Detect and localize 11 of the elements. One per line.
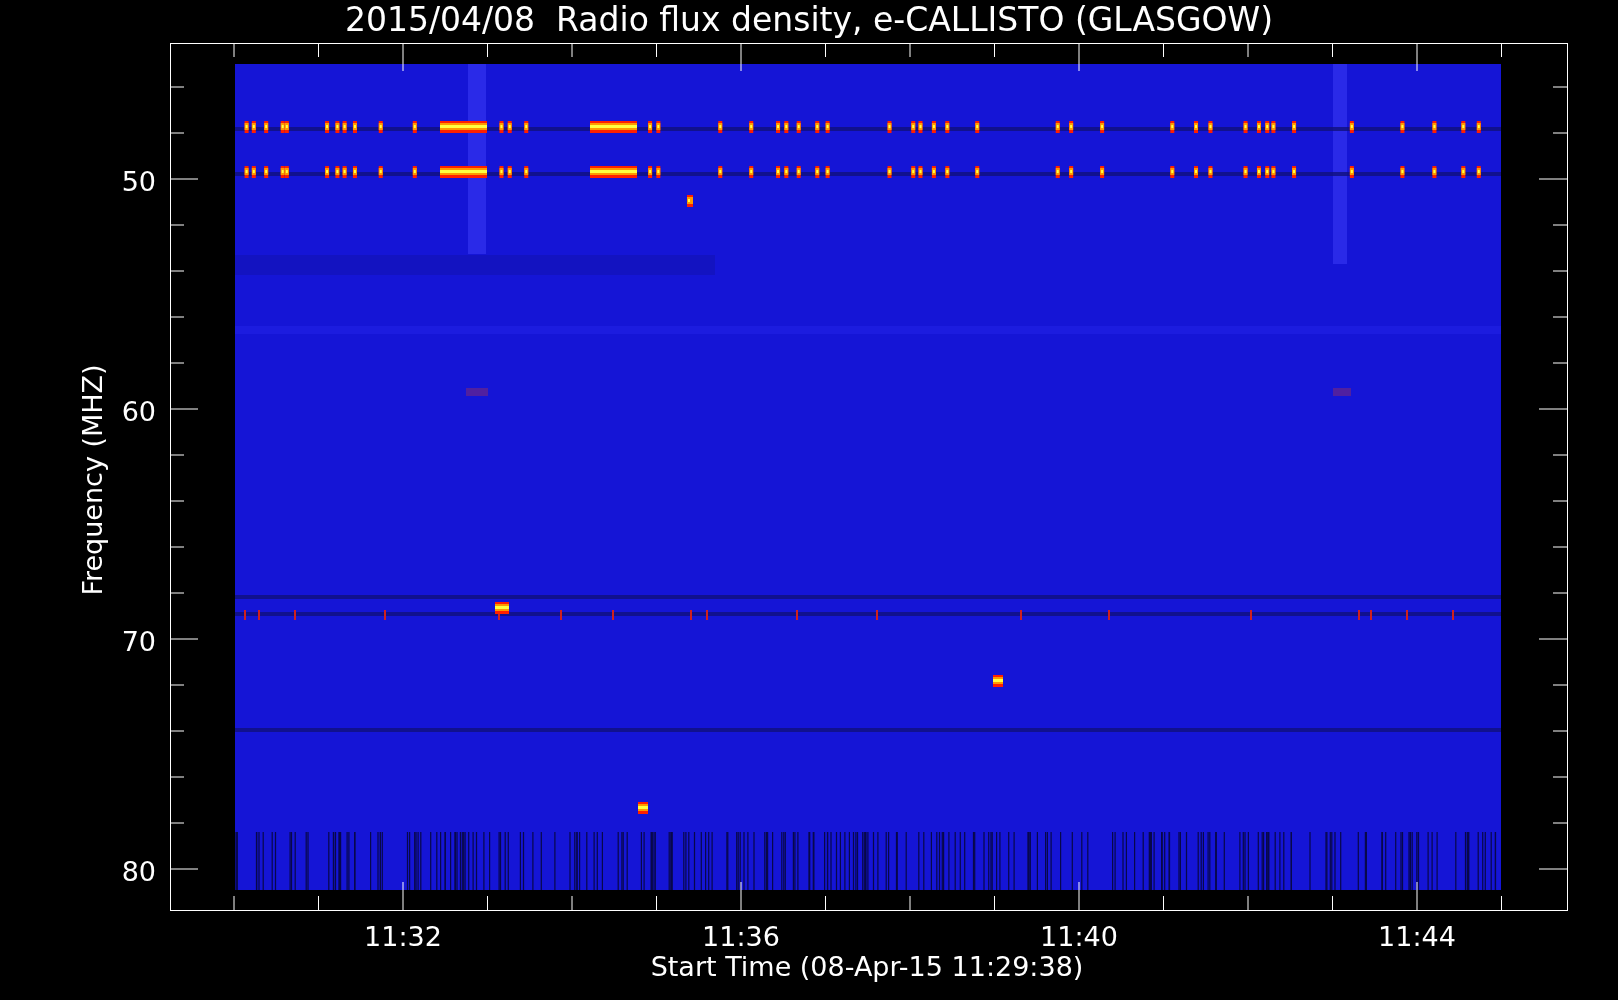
- axis-tick-label: 11:40: [1040, 921, 1118, 952]
- axis-title: Frequency (MHZ): [77, 364, 108, 596]
- axis-tick-label: 60: [121, 396, 156, 427]
- axis-tick-label: 70: [121, 626, 156, 657]
- axis-tick-label: 11:44: [1378, 921, 1456, 952]
- axis-tick-label: 50: [121, 166, 156, 197]
- axis-tick-label: 11:36: [702, 921, 780, 952]
- chart-title: 2015/04/08 Radio flux density, e-CALLISTO (GLASGOW): [344, 0, 1274, 39]
- axis-tick-label: 11:32: [364, 921, 442, 952]
- axis-tick-label: 80: [121, 856, 156, 887]
- axis-title: Start Time (08-Apr-15 11:29:38): [650, 951, 1084, 982]
